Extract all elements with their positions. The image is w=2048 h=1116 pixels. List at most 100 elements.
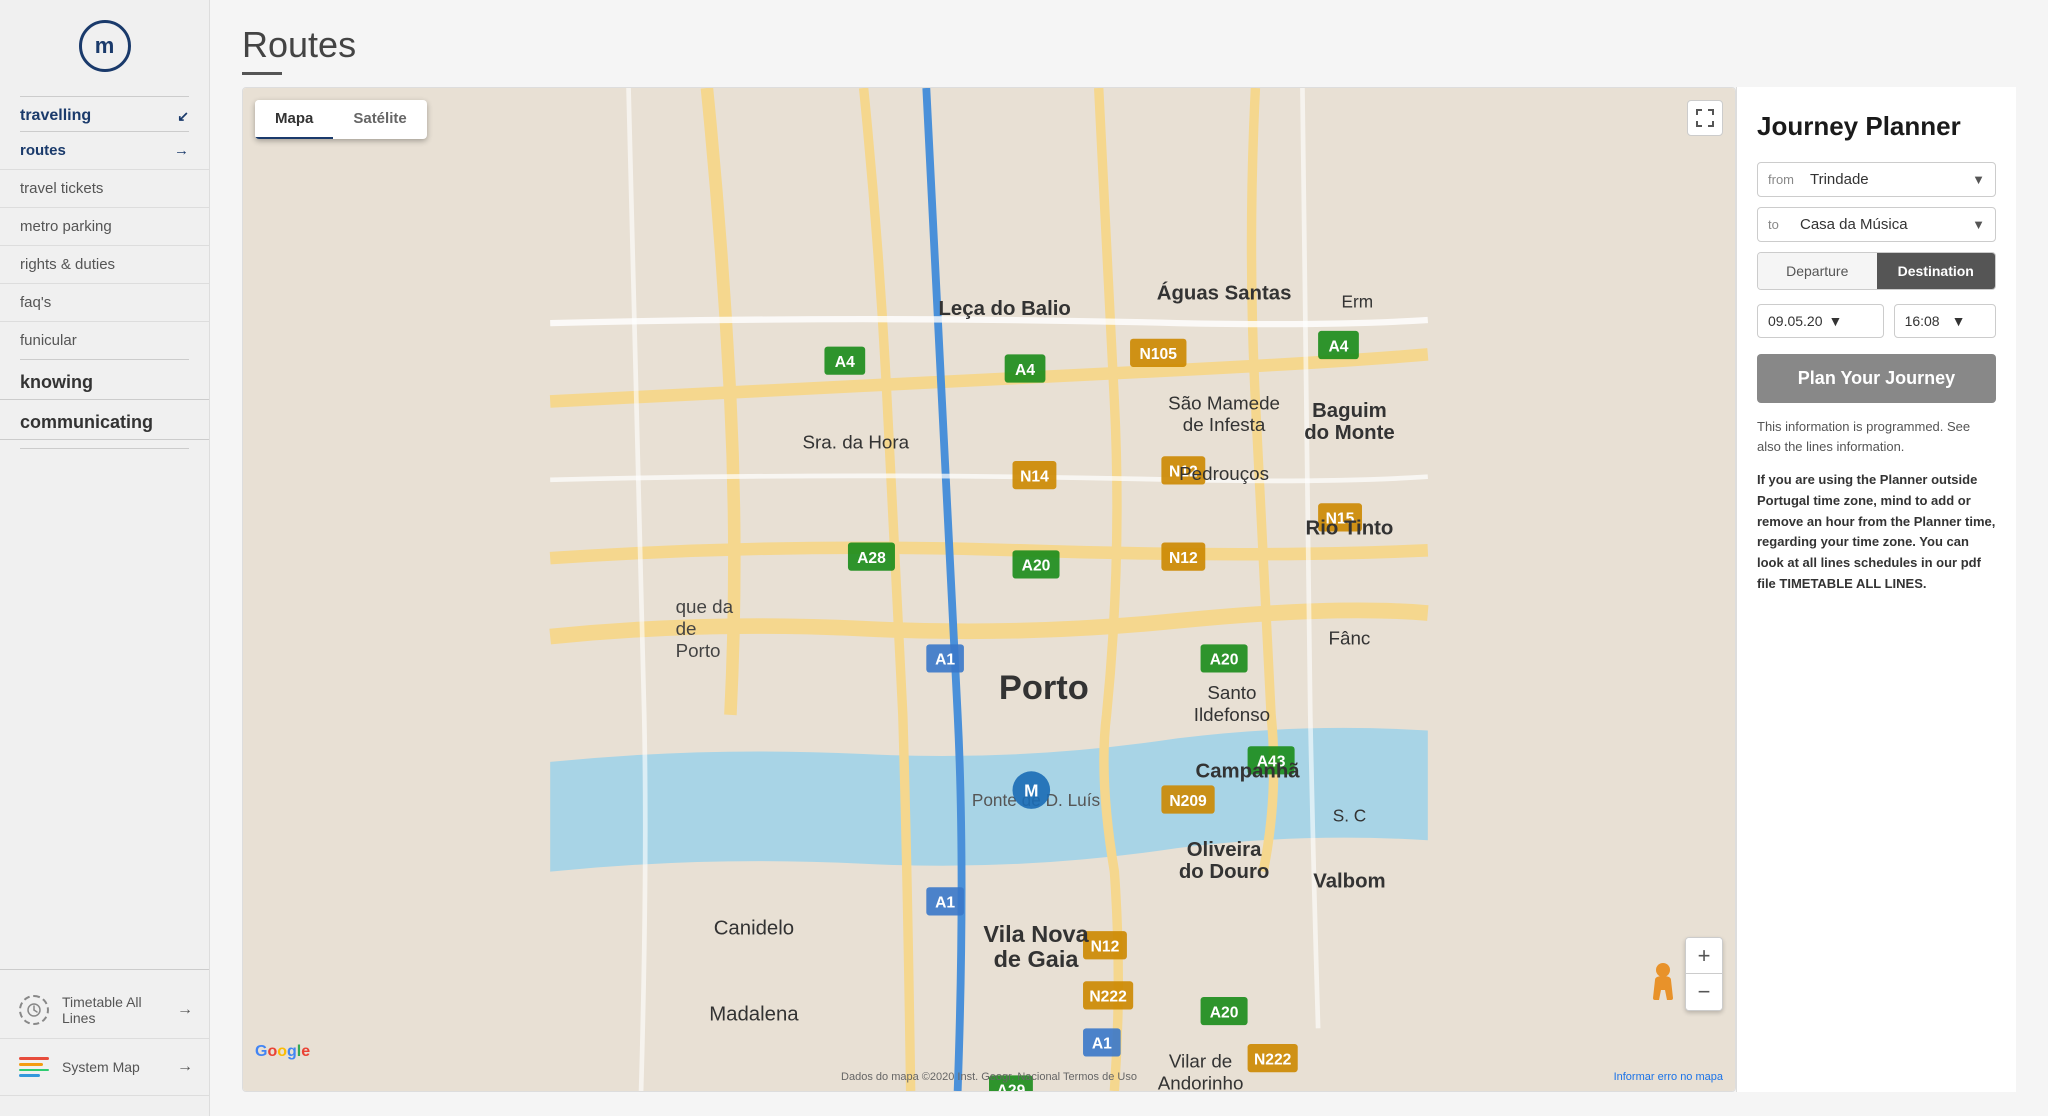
google-logo: Google bbox=[255, 1043, 310, 1061]
info-bold-label: If you are using the Planner outside Por… bbox=[1757, 472, 1995, 591]
svg-text:Madalena: Madalena bbox=[709, 1003, 799, 1025]
sidebar: m travelling ↙ routes → travel tickets m… bbox=[0, 0, 210, 1116]
svg-text:A1: A1 bbox=[1092, 1036, 1112, 1053]
svg-text:A1: A1 bbox=[935, 652, 955, 669]
svg-text:A29: A29 bbox=[997, 1083, 1026, 1091]
svg-text:A20: A20 bbox=[1210, 1004, 1239, 1021]
svg-text:Canidelo: Canidelo bbox=[714, 917, 794, 939]
map-svg: A4 A4 A4 N105 A28 A20 A20 bbox=[243, 88, 1735, 1091]
svg-text:Valbom: Valbom bbox=[1313, 870, 1385, 892]
svg-text:Porto: Porto bbox=[999, 669, 1089, 707]
svg-text:N105: N105 bbox=[1140, 346, 1178, 363]
main-content: Routes Mapa Satélite bbox=[210, 0, 2048, 1116]
svg-text:A20: A20 bbox=[1210, 652, 1239, 669]
from-value: Trindade bbox=[1804, 163, 1962, 196]
svg-text:A28: A28 bbox=[857, 550, 886, 567]
sidebar-item-faqs[interactable]: faq's bbox=[0, 284, 209, 322]
map-background: A4 A4 A4 N105 A28 A20 A20 bbox=[243, 88, 1735, 1091]
date-time-row: 09.05.20 ▼ 16:08 ▼ bbox=[1757, 304, 1996, 338]
map-tabs: Mapa Satélite bbox=[255, 100, 427, 139]
sidebar-item-funicular[interactable]: funicular bbox=[0, 322, 209, 359]
svg-text:Vila Novade Gaia: Vila Novade Gaia bbox=[983, 921, 1089, 972]
date-dropdown-icon: ▼ bbox=[1829, 313, 1843, 329]
sidebar-category-knowing[interactable]: knowing bbox=[0, 360, 209, 400]
svg-text:N12: N12 bbox=[1091, 939, 1120, 956]
svg-text:Rio Tinto: Rio Tinto bbox=[1306, 518, 1394, 540]
date-value: 09.05.20 bbox=[1768, 313, 1823, 329]
from-dropdown-icon[interactable]: ▼ bbox=[1962, 164, 1995, 195]
map-zoom-controls: + − bbox=[1685, 937, 1723, 1011]
routes-arrow-icon: → bbox=[174, 142, 189, 159]
svg-text:Campanhã: Campanhã bbox=[1196, 761, 1301, 783]
svg-text:Sra. da Hora: Sra. da Hora bbox=[803, 431, 910, 452]
info-text-bold: If you are using the Planner outside Por… bbox=[1757, 470, 1996, 595]
to-label: to bbox=[1758, 209, 1794, 240]
map-attribution: Dados do mapa ©2020 Inst. Geogr. Naciona… bbox=[243, 1071, 1735, 1083]
time-select[interactable]: 16:08 ▼ bbox=[1894, 304, 1996, 338]
svg-text:A1: A1 bbox=[935, 895, 955, 912]
sidebar-item-timetable[interactable]: Timetable All Lines → bbox=[0, 982, 209, 1039]
svg-text:A20: A20 bbox=[1022, 558, 1051, 575]
svg-text:N14: N14 bbox=[1020, 468, 1049, 485]
from-field-row[interactable]: from Trindade ▼ bbox=[1757, 162, 1996, 197]
toggle-departure[interactable]: Departure bbox=[1758, 253, 1877, 289]
svg-text:A4: A4 bbox=[1015, 362, 1035, 379]
sidebar-item-rights-duties[interactable]: rights & duties bbox=[0, 246, 209, 284]
svg-text:A4: A4 bbox=[1328, 338, 1348, 355]
content-area: Mapa Satélite bbox=[210, 87, 2048, 1116]
travelling-arrow-icon: ↙ bbox=[177, 108, 189, 125]
date-select[interactable]: 09.05.20 ▼ bbox=[1757, 304, 1884, 338]
sidebar-category-communicating[interactable]: communicating bbox=[0, 400, 209, 440]
sidebar-item-travelling[interactable]: travelling ↙ bbox=[0, 97, 209, 131]
time-value: 16:08 bbox=[1905, 313, 1940, 329]
svg-text:N222: N222 bbox=[1089, 989, 1127, 1006]
from-label: from bbox=[1758, 164, 1804, 195]
svg-text:Oliveirado Douro: Oliveirado Douro bbox=[1179, 839, 1269, 883]
svg-text:M: M bbox=[1024, 780, 1038, 800]
svg-text:Baguimdo Monte: Baguimdo Monte bbox=[1304, 400, 1394, 444]
zoom-out-button[interactable]: − bbox=[1686, 974, 1722, 1010]
street-view-icon[interactable] bbox=[1647, 962, 1679, 1011]
map-container[interactable]: Mapa Satélite bbox=[242, 87, 1736, 1092]
to-field-row[interactable]: to Casa da Música ▼ bbox=[1757, 207, 1996, 242]
logo-area: m bbox=[0, 20, 209, 72]
map-tab-satelite[interactable]: Satélite bbox=[333, 100, 426, 139]
sidebar-item-routes[interactable]: routes → bbox=[0, 132, 209, 170]
sidebar-item-system-map[interactable]: System Map → bbox=[0, 1039, 209, 1096]
page-header: Routes bbox=[210, 0, 2048, 87]
system-map-arrow-icon: → bbox=[177, 1058, 193, 1076]
journey-planner-panel: Journey Planner from Trindade ▼ to Casa … bbox=[1736, 87, 2016, 1092]
sidebar-item-travel-tickets[interactable]: travel tickets bbox=[0, 170, 209, 208]
svg-text:Águas Santas: Águas Santas bbox=[1157, 282, 1292, 305]
to-dropdown-icon[interactable]: ▼ bbox=[1962, 209, 1995, 240]
svg-text:N209: N209 bbox=[1169, 793, 1207, 810]
logo-icon: m bbox=[79, 20, 131, 72]
svg-text:São Mamedede Infesta: São Mamedede Infesta bbox=[1168, 392, 1280, 435]
svg-text:Fânc: Fânc bbox=[1329, 627, 1371, 648]
zoom-in-button[interactable]: + bbox=[1686, 938, 1722, 974]
sidebar-item-metro-parking[interactable]: metro parking bbox=[0, 208, 209, 246]
svg-text:S. C: S. C bbox=[1333, 805, 1367, 825]
lines-icon bbox=[16, 1049, 52, 1085]
time-dropdown-icon: ▼ bbox=[1952, 313, 1966, 329]
clock-icon bbox=[16, 992, 52, 1028]
journey-planner-title: Journey Planner bbox=[1757, 111, 1996, 142]
to-value: Casa da Música bbox=[1794, 208, 1962, 241]
svg-text:N12: N12 bbox=[1169, 550, 1198, 567]
map-tab-mapa[interactable]: Mapa bbox=[255, 100, 333, 139]
page-title: Routes bbox=[242, 24, 2016, 66]
info-text: This information is programmed. See also… bbox=[1757, 417, 1996, 456]
svg-text:Erm: Erm bbox=[1342, 291, 1374, 311]
svg-text:Leça do Balio: Leça do Balio bbox=[938, 298, 1070, 320]
plan-journey-button[interactable]: Plan Your Journey bbox=[1757, 354, 1996, 403]
map-report-error[interactable]: Informar erro no mapa bbox=[1614, 1071, 1723, 1083]
svg-text:A4: A4 bbox=[835, 354, 855, 371]
map-fullscreen-button[interactable] bbox=[1687, 100, 1723, 136]
sidebar-bottom: Timetable All Lines → System Map → bbox=[0, 969, 209, 1096]
toggle-destination[interactable]: Destination bbox=[1877, 253, 1996, 289]
timetable-arrow-icon: → bbox=[177, 1001, 193, 1019]
svg-text:Pedrouços: Pedrouços bbox=[1179, 463, 1269, 484]
svg-text:N222: N222 bbox=[1254, 1051, 1292, 1068]
departure-destination-toggle: Departure Destination bbox=[1757, 252, 1996, 290]
title-underline bbox=[242, 72, 282, 75]
